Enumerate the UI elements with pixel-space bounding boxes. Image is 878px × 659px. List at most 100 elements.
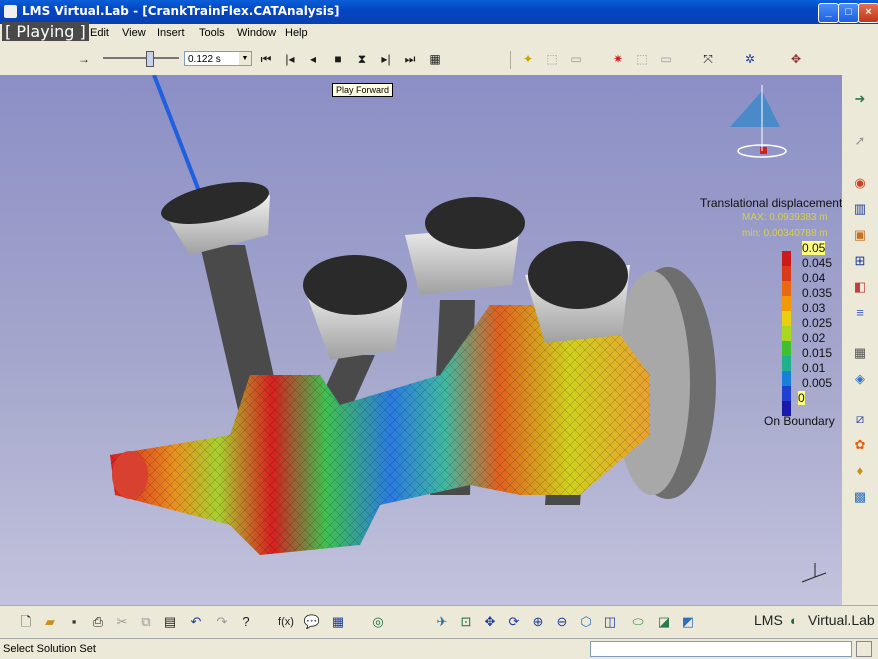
normal-view-icon[interactable]: ⬡ [576, 612, 596, 632]
time-field[interactable]: 0.122 s ▼ [184, 51, 252, 66]
maximize-button[interactable]: □ [838, 3, 859, 23]
print-icon[interactable]: ⎙ [88, 612, 108, 632]
copy-icon[interactable]: ⧉ [136, 612, 156, 632]
open-folder-icon[interactable]: ▰ [40, 612, 60, 632]
legend-min: min: 0.00340788 m [742, 228, 828, 239]
analysis-icon[interactable]: ✲ [740, 49, 760, 69]
undo-icon[interactable]: ↶ [186, 612, 206, 632]
legend-label: 0.035 [802, 286, 833, 300]
title-bar: LMS Virtual.Lab - [CrankTrainFlex.CATAna… [0, 0, 878, 24]
pan-icon[interactable]: ✥ [480, 612, 500, 632]
flower-icon[interactable]: ✿ [850, 435, 870, 455]
fly-icon[interactable]: ✈ [432, 612, 452, 632]
sensor-icon[interactable]: ✷ [608, 49, 628, 69]
time-slider-thumb[interactable] [146, 51, 154, 67]
group-icon[interactable]: ◧ [850, 277, 870, 297]
stop-icon[interactable]: ■ [328, 49, 348, 69]
axis-triad [801, 563, 827, 583]
legend-swatch [782, 296, 791, 311]
next-frame-icon[interactable]: ▸| [376, 49, 396, 69]
legend-swatch [782, 326, 791, 341]
hide-show-icon[interactable]: ◪ [654, 612, 674, 632]
frame-icon[interactable]: ▭ [566, 49, 586, 69]
legend-label: 0.05 [802, 241, 826, 255]
rotate-icon[interactable]: ⟳ [504, 612, 524, 632]
hierarchy-icon[interactable]: ⊞ [850, 251, 870, 271]
zoom-out-icon[interactable]: ⊖ [552, 612, 572, 632]
save-icon[interactable]: ▪ [64, 612, 84, 632]
time-value: 0.122 s [188, 54, 221, 65]
tool-icon[interactable]: ♦ [850, 461, 870, 481]
brand-virtual-lab: Virtual.Lab [808, 612, 875, 628]
piston-1 [161, 182, 270, 255]
legend-label: 0.03 [802, 301, 826, 315]
play-forward-icon[interactable]: ⧗ [352, 49, 372, 69]
command-button[interactable] [856, 641, 872, 657]
cut-plane-icon[interactable]: ⧄ [850, 409, 870, 429]
fit-all-icon[interactable]: ⊡ [456, 612, 476, 632]
minimize-button[interactable]: _ [818, 3, 839, 23]
zoom-in-icon[interactable]: ⊕ [528, 612, 548, 632]
crank-train-model [110, 75, 827, 583]
menu-window[interactable]: Window [237, 27, 276, 39]
menu-help[interactable]: Help [285, 27, 308, 39]
table-icon[interactable]: ▦ [328, 612, 348, 632]
last-frame-icon[interactable]: ⏭ [400, 49, 420, 69]
legend-label: 0.015 [802, 346, 833, 360]
piston-2 [303, 255, 407, 360]
grid-icon[interactable]: ▦ [850, 343, 870, 363]
refresh-icon[interactable]: ◎ [368, 612, 388, 632]
window-title: LMS Virtual.Lab - [CrankTrainFlex.CATAna… [22, 4, 340, 18]
previous-frame-icon[interactable]: |◂ [280, 49, 300, 69]
deformation-icon[interactable]: ▣ [850, 225, 870, 245]
view-cube-icon[interactable]: ◫ [600, 612, 620, 632]
tree-icon[interactable]: ≡ [850, 303, 870, 323]
legend-boundary: On Boundary [764, 414, 835, 428]
menu-edit[interactable]: Edit [90, 27, 109, 39]
animation-toolbar: → ⏮ |◂ ◂ ■ ⧗ ▸| ⏭ ▦ ✦ ⬚ ▭ ✷ ⬚ ▭ ⤧ ✲ ✥ [0, 43, 878, 76]
play-backward-icon[interactable]: ◂ [303, 49, 323, 69]
swap-icon[interactable]: ◩ [678, 612, 698, 632]
close-button[interactable]: × [858, 3, 878, 23]
legend-swatch [782, 311, 791, 326]
new-file-icon[interactable]: 🗋 [16, 612, 36, 632]
chevron-down-icon[interactable]: ▼ [239, 52, 251, 65]
legend-max: MAX: 0.0939383 m [742, 212, 828, 223]
brand-logo-icon: ◐ [790, 613, 798, 628]
cut-icon[interactable]: ✂ [112, 612, 132, 632]
menu-tools[interactable]: Tools [199, 27, 225, 39]
command-input[interactable] [590, 641, 852, 657]
brand-lms: LMS [754, 612, 783, 628]
bottom-toolbar: 🗋 ▰ ▪ ⎙ ✂ ⧉ ▤ ↶ ↷ ? f(x) 💬 ▦ ◎ ✈ ⊡ ✥ ⟳ ⊕… [0, 605, 878, 638]
sensor-copy-icon[interactable]: ⬚ [632, 49, 652, 69]
copy-select-icon[interactable]: ⬚ [542, 49, 562, 69]
menu-insert[interactable]: Insert [157, 27, 185, 39]
step-arrow-icon[interactable]: → [74, 49, 94, 69]
sensor-frame-icon[interactable]: ▭ [656, 49, 676, 69]
transform-icon[interactable]: ⤧ [698, 49, 718, 69]
compass-icon[interactable]: ✥ [786, 49, 806, 69]
help-icon[interactable]: ? [236, 612, 256, 632]
paste-icon[interactable]: ▤ [160, 612, 180, 632]
select-icon[interactable]: ✦ [518, 49, 538, 69]
mesh-icon[interactable]: ▥ [850, 199, 870, 219]
playing-indicator: [ Playing ] [2, 22, 89, 41]
right-toolbar: ➜ ➚ ◉ ▥ ▣ ⊞ ◧ ≡ ▦ ◈ ⧄ ✿ ♦ ▩ [842, 75, 878, 605]
picture-icon[interactable]: ▩ [850, 487, 870, 507]
formula-icon[interactable]: f(x) [276, 612, 296, 632]
first-frame-icon[interactable]: ⏮ [256, 49, 276, 69]
select-arrow-icon[interactable]: ➚ [850, 131, 870, 151]
menu-view[interactable]: View [122, 27, 146, 39]
3d-viewport[interactable] [0, 75, 842, 605]
image-icon[interactable]: ◉ [850, 173, 870, 193]
redo-icon[interactable]: ↷ [212, 612, 232, 632]
exit-icon[interactable]: ➜ [850, 89, 870, 109]
orientation-compass[interactable] [730, 85, 787, 158]
legend-label: 0.01 [802, 361, 826, 375]
animation-settings-icon[interactable]: ▦ [425, 49, 445, 69]
layer-icon[interactable]: ◈ [850, 369, 870, 389]
legend-swatch [782, 281, 791, 296]
time-slider-track[interactable] [103, 57, 179, 59]
comment-icon[interactable]: 💬 [302, 612, 322, 632]
render-style-icon[interactable]: ⬭ [628, 612, 648, 632]
